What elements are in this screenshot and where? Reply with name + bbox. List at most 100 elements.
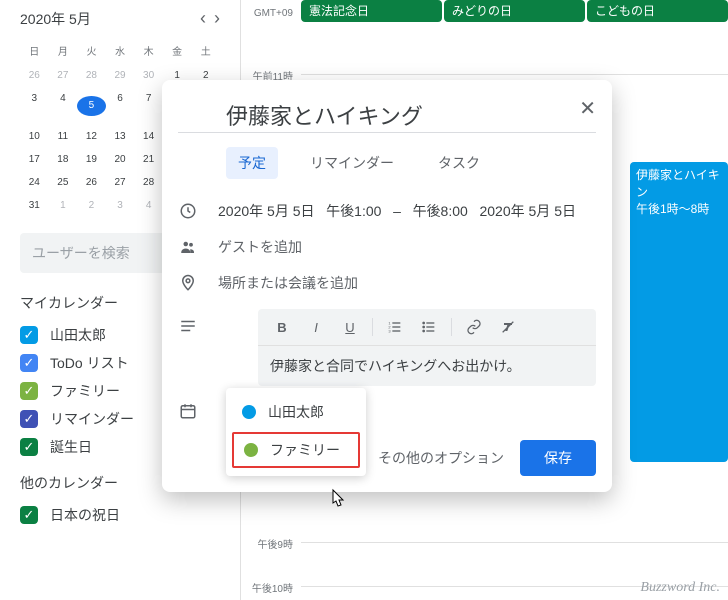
allday-event[interactable]: 憲法記念日 <box>301 0 442 22</box>
color-dot-blue <box>242 405 256 419</box>
location-row[interactable]: 場所または会議を追加 <box>178 265 596 301</box>
mini-cal-day[interactable]: 10 <box>20 125 49 148</box>
mini-cal-day[interactable]: 27 <box>106 171 135 194</box>
hour-line <box>301 74 728 75</box>
mini-cal-day[interactable]: 19 <box>77 148 106 171</box>
time-label: 午後10時 <box>241 580 301 595</box>
mini-calendar-title: 2020年 5月 <box>20 9 91 29</box>
italic-button[interactable]: I <box>302 315 330 339</box>
mini-calendar-header: 2020年 5月 ‹ › <box>20 8 220 29</box>
tab-event[interactable]: 予定 <box>226 147 278 179</box>
bold-button[interactable]: B <box>268 315 296 339</box>
underline-button[interactable]: U <box>336 315 364 339</box>
clear-format-button[interactable] <box>494 315 522 339</box>
allday-event[interactable]: みどりの日 <box>444 0 585 22</box>
calendar-select-row[interactable]: 山田太郎 ファミリー <box>178 394 596 428</box>
checkbox-icon[interactable]: ✓ <box>20 354 38 372</box>
mini-cal-day[interactable]: 28 <box>134 171 163 194</box>
mini-cal-day[interactable]: 6 <box>106 87 135 125</box>
mini-cal-day[interactable]: 2 <box>77 194 106 217</box>
timezone-label: GMT+09 <box>241 8 301 19</box>
calendar-label: ToDo リスト <box>50 353 129 373</box>
chevron-left-icon[interactable]: ‹ <box>200 8 206 29</box>
people-icon <box>178 238 198 256</box>
guests-placeholder: ゲストを追加 <box>218 237 596 257</box>
checkbox-icon[interactable]: ✓ <box>20 506 38 524</box>
mini-cal-day[interactable]: 24 <box>20 171 49 194</box>
calendar-label: 山田太郎 <box>50 325 106 345</box>
save-button[interactable]: 保存 <box>520 440 596 476</box>
mini-cal-day[interactable]: 4 <box>49 87 78 125</box>
color-dot-green <box>244 443 258 457</box>
mini-cal-day[interactable]: 1 <box>49 194 78 217</box>
calendar-label: 誕生日 <box>50 437 92 457</box>
close-icon[interactable]: ✕ <box>575 92 600 125</box>
mini-cal-day[interactable]: 13 <box>106 125 135 148</box>
event-block[interactable]: 伊藤家とハイキン 午後1時～8時 <box>630 162 728 462</box>
tabs: 予定 リマインダー タスク <box>226 147 596 179</box>
mini-cal-day[interactable]: 3 <box>20 87 49 125</box>
time-label: 午後9時 <box>241 536 301 551</box>
dropdown-item-yamada[interactable]: 山田太郎 <box>226 394 366 430</box>
tab-reminder[interactable]: リマインダー <box>298 147 406 179</box>
calendar-icon <box>178 402 198 420</box>
mini-cal-day[interactable]: 11 <box>49 125 78 148</box>
mini-cal-day[interactable]: 5 <box>77 87 106 125</box>
date-end: 2020年 5月 5日 <box>479 203 576 219</box>
event-title-input[interactable] <box>178 96 596 133</box>
mini-cal-day[interactable]: 26 <box>77 171 106 194</box>
mini-cal-day[interactable]: 21 <box>134 148 163 171</box>
mini-cal-day[interactable]: 31 <box>20 194 49 217</box>
checkbox-icon[interactable]: ✓ <box>20 382 38 400</box>
calendar-item[interactable]: ✓ 日本の祝日 <box>20 501 220 529</box>
mini-cal-day[interactable]: 27 <box>49 64 78 87</box>
weekday-label: 日 <box>20 37 49 64</box>
mini-cal-day[interactable]: 17 <box>20 148 49 171</box>
svg-text:3: 3 <box>388 328 391 333</box>
mini-cal-day[interactable]: 30 <box>134 64 163 87</box>
description-row: B I U 123 伊藤家と合同でハイキングへお出かけ。 <box>178 301 596 394</box>
mini-cal-day[interactable]: 28 <box>77 64 106 87</box>
bullet-list-button[interactable] <box>415 315 443 339</box>
calendar-label: 日本の祝日 <box>50 505 120 525</box>
hour-line <box>301 542 728 543</box>
mini-calendar-nav: ‹ › <box>200 8 220 29</box>
time-start: 午後1:00 <box>326 203 381 219</box>
checkbox-icon[interactable]: ✓ <box>20 438 38 456</box>
mini-cal-day[interactable]: 26 <box>20 64 49 87</box>
description-text[interactable]: 伊藤家と合同でハイキングへお出かけ。 <box>258 346 596 386</box>
mini-cal-day[interactable]: 14 <box>134 125 163 148</box>
link-button[interactable] <box>460 315 488 339</box>
event-title: 伊藤家とハイキン <box>636 166 722 200</box>
chevron-right-icon[interactable]: › <box>214 8 220 29</box>
checkbox-icon[interactable]: ✓ <box>20 326 38 344</box>
dropdown-label: ファミリー <box>270 440 340 460</box>
mini-cal-day[interactable]: 18 <box>49 148 78 171</box>
mini-cal-day[interactable]: 4 <box>134 194 163 217</box>
calendar-label: リマインダー <box>50 409 134 429</box>
time-end: 午後8:00 <box>413 203 468 219</box>
dash: – <box>393 203 401 219</box>
dropdown-label: 山田太郎 <box>268 402 324 422</box>
weekday-label: 木 <box>134 37 163 64</box>
numbered-list-button[interactable]: 123 <box>381 315 409 339</box>
checkbox-icon[interactable]: ✓ <box>20 410 38 428</box>
clock-icon <box>178 202 198 220</box>
weekday-label: 火 <box>77 37 106 64</box>
mini-cal-day[interactable]: 7 <box>134 87 163 125</box>
datetime-row[interactable]: 2020年 5月 5日 午後1:00 – 午後8:00 2020年 5月 5日 <box>178 193 596 229</box>
mini-cal-day[interactable]: 20 <box>106 148 135 171</box>
mini-cal-day[interactable]: 29 <box>106 64 135 87</box>
dropdown-item-family[interactable]: ファミリー <box>232 432 360 468</box>
weekday-label: 土 <box>191 37 220 64</box>
mini-cal-day[interactable]: 25 <box>49 171 78 194</box>
tab-task[interactable]: タスク <box>426 147 492 179</box>
more-options-link[interactable]: その他のオプション <box>378 448 504 468</box>
weekday-label: 水 <box>106 37 135 64</box>
watermark: Buzzword Inc. <box>640 580 720 596</box>
mini-cal-day[interactable]: 12 <box>77 125 106 148</box>
guests-row[interactable]: ゲストを追加 <box>178 229 596 265</box>
mini-cal-day[interactable]: 3 <box>106 194 135 217</box>
allday-row: 憲法記念日みどりの日こどもの日 <box>301 0 728 22</box>
allday-event[interactable]: こどもの日 <box>587 0 728 22</box>
